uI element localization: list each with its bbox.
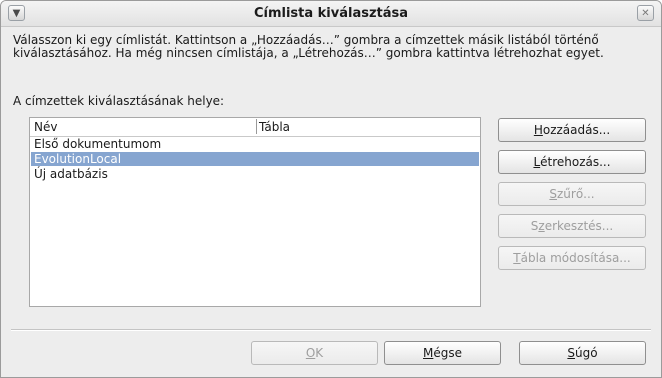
column-header-name[interactable]: Név (34, 120, 57, 134)
ok-button[interactable]: OK (251, 341, 378, 365)
column-header-table[interactable]: Tábla (259, 120, 290, 134)
list-item[interactable]: Új adatbázis (31, 167, 479, 181)
list-item-selected[interactable]: EvolutionLocal (31, 152, 479, 166)
close-icon: ✕ (641, 7, 650, 19)
address-list[interactable]: Név Tábla Első dokumentumom EvolutionLoc… (29, 117, 481, 307)
list-item-name: EvolutionLocal (34, 152, 122, 166)
list-item-name: Új adatbázis (34, 167, 108, 181)
column-divider[interactable] (256, 119, 257, 134)
create-button[interactable]: Létrehozás... (498, 150, 646, 174)
instruction-text: Válasszon ki egy címlistát. Kattintson a… (13, 33, 604, 60)
change-table-button[interactable]: Tábla módosítása... (498, 246, 646, 270)
edit-button[interactable]: Sz erkesztés... (498, 214, 646, 238)
list-header: Név Tábla (30, 118, 480, 137)
list-item-name: Első dokumentumom (34, 137, 162, 151)
add-button[interactable]: Hozzáadás... (498, 118, 646, 142)
location-label: A címzettek kiválasztásának helye: (13, 94, 225, 108)
help-button[interactable]: Súgó (519, 341, 646, 365)
dialog-window: ▼ Címlista kiválasztása ✕ Válasszon ki e… (0, 0, 662, 378)
filter-button[interactable]: Szűrő... (498, 182, 646, 206)
list-item[interactable]: Első dokumentumom (31, 137, 479, 151)
title-bar: ▼ Címlista kiválasztása ✕ (1, 1, 661, 27)
close-button[interactable]: ✕ (637, 5, 654, 21)
dialog-title: Címlista kiválasztása (253, 6, 409, 21)
footer-separator (11, 329, 651, 331)
cancel-button[interactable]: Mégse (384, 341, 501, 365)
